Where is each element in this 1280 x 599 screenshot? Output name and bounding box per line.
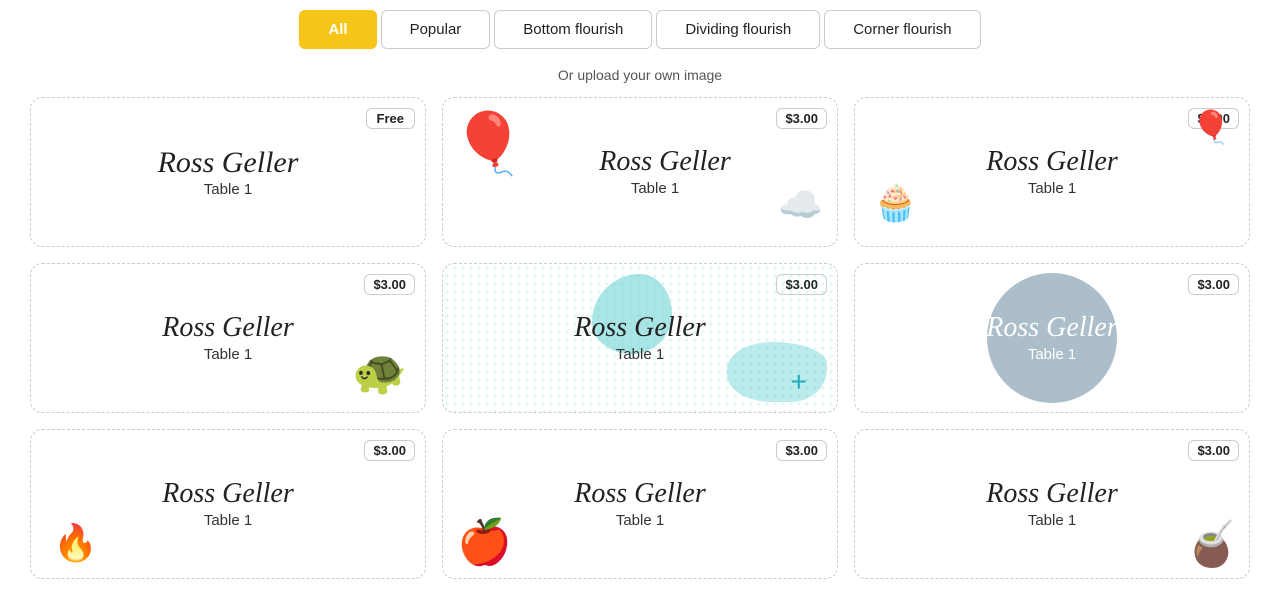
card-9-text: Ross Geller Table 1 [986, 479, 1117, 529]
card-4-table: Table 1 [204, 346, 252, 363]
card-2[interactable]: $3.00 🎈 Ross Geller Table 1 ☁️ [442, 97, 838, 247]
category-nav: All Popular Bottom flourish Dividing flo… [0, 0, 1280, 59]
nav-bottom-flourish[interactable]: Bottom flourish [494, 10, 652, 49]
price-badge-8: $3.00 [776, 440, 827, 461]
upload-hint: Or upload your own image [0, 67, 1280, 83]
card-7-table: Table 1 [204, 512, 252, 529]
card-7[interactable]: $3.00 Ross Geller Table 1 🔥 [30, 429, 426, 579]
card-7-name: Ross Geller [162, 479, 293, 510]
card-6[interactable]: $3.00 Ross Geller Table 1 [854, 263, 1250, 413]
cloud-icon: ☁️ [778, 184, 823, 226]
apple-icon: 🍎 [457, 516, 512, 568]
card-2-name: Ross Geller [599, 147, 730, 178]
card-3-name: Ross Geller [986, 147, 1117, 178]
card-1-table: Table 1 [204, 181, 252, 198]
cupcake-icon: 🧁 [873, 182, 918, 224]
nav-corner-flourish[interactable]: Corner flourish [824, 10, 980, 49]
price-badge-9: $3.00 [1188, 440, 1239, 461]
card-5-name: Ross Geller [574, 313, 705, 344]
card-6-text: Ross Geller Table 1 [986, 313, 1117, 363]
card-1[interactable]: Free Ross Geller Table 1 [30, 97, 426, 247]
card-3-table: Table 1 [1028, 180, 1076, 197]
card-grid: Free Ross Geller Table 1 $3.00 🎈 Ross Ge… [0, 97, 1280, 599]
card-6-name: Ross Geller [986, 313, 1117, 344]
balloon-icon: 🎈 [451, 108, 526, 179]
card-9-table: Table 1 [1028, 512, 1076, 529]
nav-popular[interactable]: Popular [381, 10, 491, 49]
card-1-name: Ross Geller [158, 146, 299, 179]
blob2 [727, 342, 827, 402]
card-4-name: Ross Geller [162, 313, 293, 344]
card-5[interactable]: $3.00 Ross Geller Table 1 + [442, 263, 838, 413]
card-4-text: Ross Geller Table 1 [162, 313, 293, 363]
card-3[interactable]: $3.00 🎈 Ross Geller Table 1 🧁 [854, 97, 1250, 247]
card-3-text: Ross Geller Table 1 [986, 147, 1117, 197]
card-2-table: Table 1 [631, 180, 679, 197]
card-8-text: Ross Geller Table 1 [574, 479, 705, 529]
price-badge-4: $3.00 [364, 274, 415, 295]
card-6-table: Table 1 [1028, 346, 1076, 363]
turtle-icon: 🐢 [352, 346, 407, 398]
card-7-text: Ross Geller Table 1 [162, 479, 293, 529]
card-8-name: Ross Geller [574, 479, 705, 510]
price-badge-7: $3.00 [364, 440, 415, 461]
nav-all[interactable]: All [299, 10, 376, 49]
fire-icon: 🔥 [53, 522, 98, 564]
card-4[interactable]: $3.00 Ross Geller Table 1 🐢 [30, 263, 426, 413]
nav-dividing-flourish[interactable]: Dividing flourish [656, 10, 820, 49]
card-5-text: Ross Geller Table 1 [574, 313, 705, 363]
card-2-text: Ross Geller Table 1 [549, 147, 730, 197]
card-9[interactable]: $3.00 Ross Geller Table 1 🧉 [854, 429, 1250, 579]
card-9-name: Ross Geller [986, 479, 1117, 510]
price-badge-6: $3.00 [1188, 274, 1239, 295]
price-badge-1: Free [366, 108, 415, 129]
card-5-table: Table 1 [616, 346, 664, 363]
mug-icon: 🧉 [1184, 518, 1239, 570]
plus-icon: + [791, 366, 807, 398]
orange-balloon-icon: 🎈 [1191, 108, 1231, 146]
card-8[interactable]: $3.00 Ross Geller Table 1 🍎 [442, 429, 838, 579]
card-8-table: Table 1 [616, 512, 664, 529]
card-1-text: Ross Geller Table 1 [158, 146, 299, 198]
price-badge-2: $3.00 [776, 108, 827, 129]
